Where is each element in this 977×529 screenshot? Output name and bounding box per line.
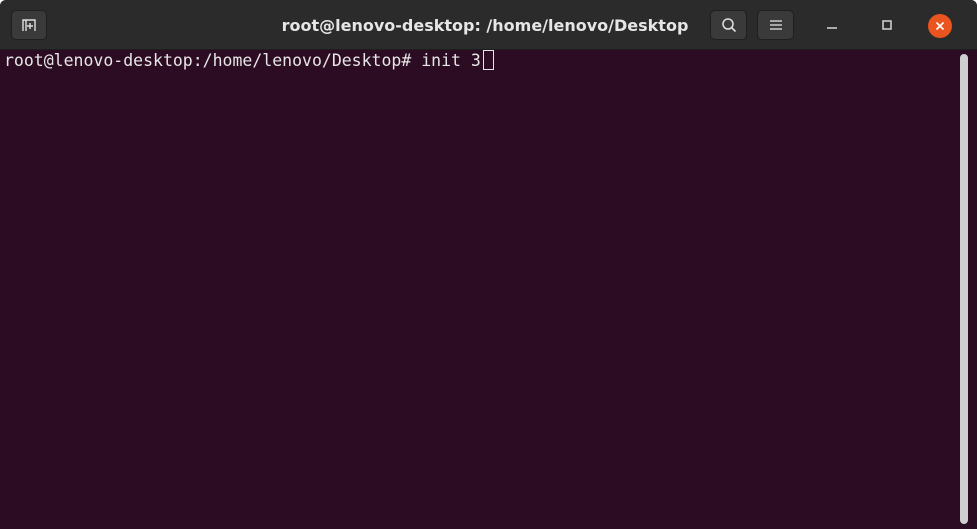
window-title: root@lenovo-desktop: /home/lenovo/Deskto… — [281, 16, 689, 35]
maximize-icon — [882, 20, 892, 30]
search-icon — [721, 18, 736, 33]
typed-command: init 3 — [421, 51, 481, 70]
menu-button[interactable] — [757, 10, 794, 40]
new-tab-button[interactable] — [11, 10, 47, 40]
close-icon — [935, 21, 945, 31]
minimize-button[interactable] — [818, 10, 846, 40]
hamburger-menu-icon — [769, 20, 782, 30]
prompt-line: root@lenovo-desktop:/home/lenovo/Desktop… — [4, 50, 955, 72]
close-button[interactable] — [928, 14, 952, 38]
terminal-output[interactable]: root@lenovo-desktop:/home/lenovo/Desktop… — [0, 50, 955, 529]
scrollbar[interactable] — [956, 50, 977, 529]
text-cursor — [482, 50, 494, 70]
search-button[interactable] — [710, 10, 747, 40]
new-tab-icon — [22, 19, 36, 31]
terminal-window: root@lenovo-desktop: /home/lenovo/Deskto… — [0, 0, 977, 529]
shell-prompt: root@lenovo-desktop:/home/lenovo/Desktop… — [4, 51, 422, 70]
maximize-button[interactable] — [873, 10, 901, 40]
minimize-icon — [827, 27, 837, 29]
scrollbar-thumb[interactable] — [960, 54, 968, 524]
title-bar[interactable]: root@lenovo-desktop: /home/lenovo/Deskto… — [0, 0, 977, 50]
